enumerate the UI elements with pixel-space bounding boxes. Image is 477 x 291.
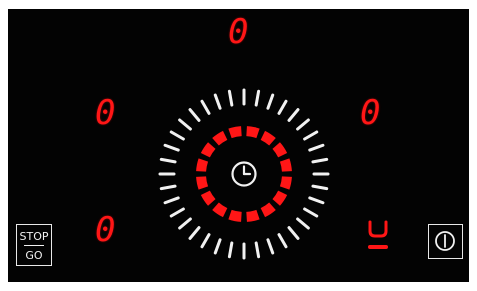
stop-go-button[interactable]: STOP GO [16, 224, 52, 266]
dial-tick [213, 238, 222, 255]
dial-tick [188, 226, 201, 240]
dial-tick [277, 99, 288, 115]
active-ring-segment [228, 126, 242, 139]
dial-tick [178, 217, 192, 230]
dial-tick [159, 184, 177, 191]
dial-tick [169, 207, 185, 218]
cooktop-control-panel: 0 0 0 0 STOP GO [8, 9, 469, 282]
dial-tick [254, 89, 261, 107]
dial-tick [188, 108, 201, 122]
dial-tick [287, 226, 300, 240]
dial-tick [303, 130, 319, 141]
power-button[interactable] [428, 224, 463, 259]
active-ring-segment [279, 176, 292, 190]
dial-tick [163, 143, 180, 152]
active-ring-segment [200, 190, 216, 206]
zone-left-lower-readout[interactable]: 0 [95, 213, 115, 247]
dial-tick [308, 143, 325, 152]
dial-tick [169, 130, 185, 141]
dial-tick [287, 108, 300, 122]
active-ring-segment [196, 158, 209, 172]
dial-tick [266, 93, 275, 110]
dial-tick [308, 196, 325, 205]
heat-indicator-icon [367, 220, 389, 254]
clock-icon[interactable] [231, 161, 257, 187]
dial-tick [296, 217, 310, 230]
active-ring-segment [260, 202, 276, 218]
control-dial[interactable] [149, 79, 339, 269]
zone-left-upper-readout[interactable]: 0 [95, 96, 115, 130]
active-ring-segment [212, 130, 228, 146]
dial-tick [159, 157, 177, 164]
active-ring-segment [196, 176, 209, 190]
dial-tick [311, 184, 329, 191]
dial-tick [200, 99, 211, 115]
stop-label: STOP [19, 230, 49, 243]
active-ring-segment [212, 202, 228, 218]
dial-tick [311, 157, 329, 164]
dial-tick [303, 207, 319, 218]
zone-top-readout[interactable]: 0 [228, 15, 248, 49]
dial-tick [163, 196, 180, 205]
active-ring-segment [272, 142, 288, 158]
stop-go-divider [24, 245, 44, 247]
dial-tick [296, 118, 310, 131]
active-ring-segment [260, 130, 276, 146]
active-ring-segment [200, 142, 216, 158]
dial-tick [213, 93, 222, 110]
zone-right-upper-readout[interactable]: 0 [360, 96, 380, 130]
dial-tick [254, 241, 261, 259]
go-label: GO [25, 249, 43, 262]
active-ring-segment [246, 209, 260, 222]
dial-tick [227, 89, 234, 107]
dial-tick [277, 233, 288, 249]
power-icon [435, 231, 455, 251]
active-ring-segment [272, 190, 288, 206]
dial-tick [200, 233, 211, 249]
dial-graphic [158, 88, 330, 260]
active-ring-segment [246, 126, 260, 139]
active-ring-segment [228, 209, 242, 222]
active-ring-segment [279, 158, 292, 172]
dial-tick [178, 118, 192, 131]
dial-tick [266, 238, 275, 255]
dial-tick [227, 241, 234, 259]
